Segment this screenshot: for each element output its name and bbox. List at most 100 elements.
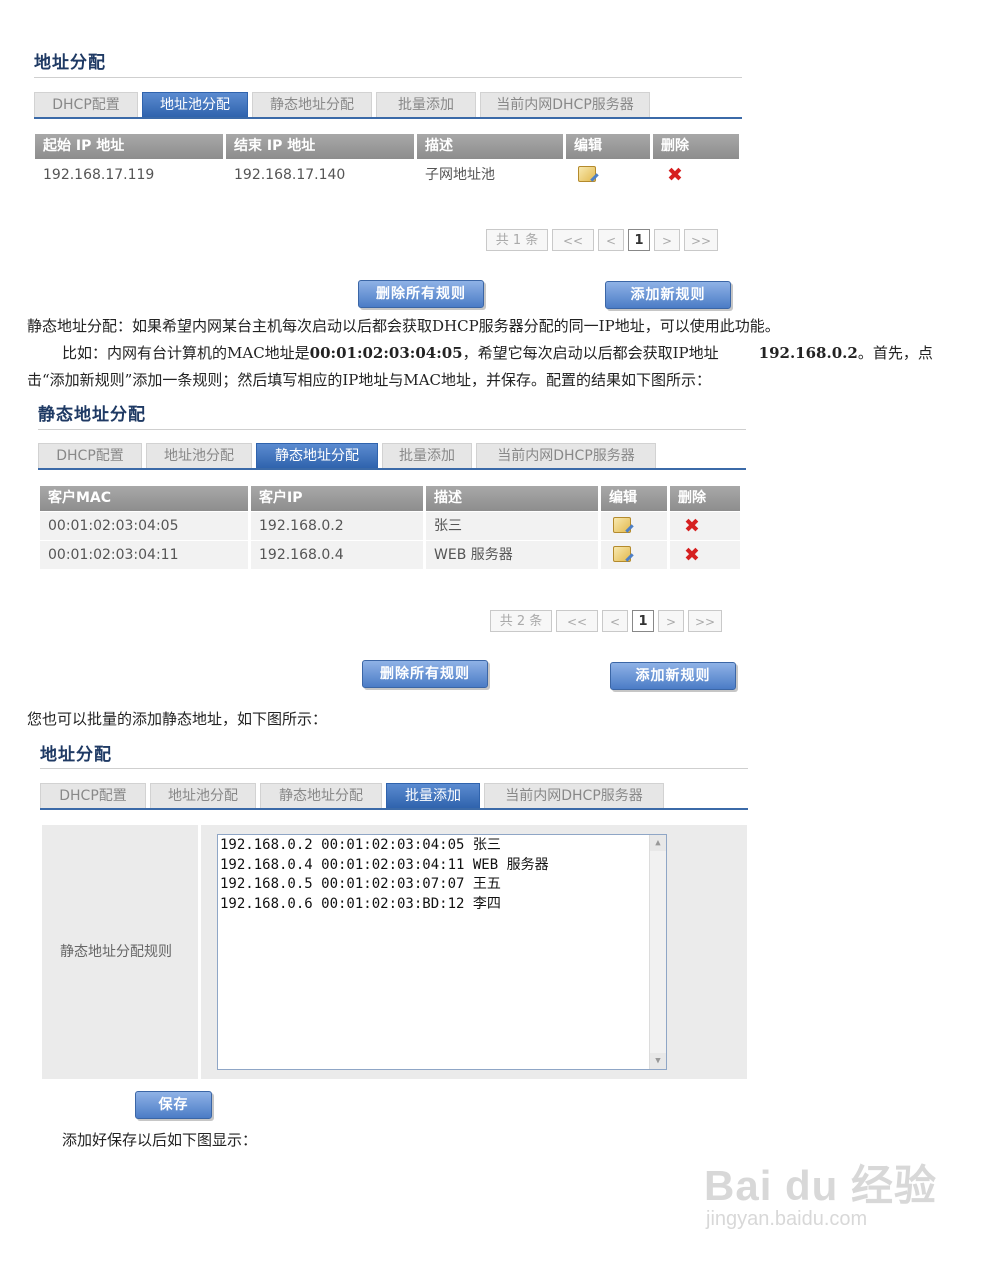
add-new-rule-button[interactable]: 添加新规则 [610,662,736,690]
cell-delete: ✖ [670,541,740,569]
table-row: 192.168.17.119 192.168.17.140 子网地址池 ✖ [35,161,739,189]
scroll-down-icon[interactable]: ▼ [650,1053,666,1069]
section2-pager: 共 2 条 << < 1 > >> [490,610,726,632]
example-text-a: 比如：内网有台计算机的MAC地址是 [62,344,310,362]
cell-mac: 00:01:02:03:04:05 [40,512,248,540]
cell-edit [601,541,667,569]
tab-address-pool[interactable]: 地址池分配 [146,443,252,468]
tab-current-dhcp-servers[interactable]: 当前内网DHCP服务器 [484,783,664,808]
section3-tabbar: DHCP配置 地址池分配 静态地址分配 批量添加 当前内网DHCP服务器 [40,781,748,810]
tab-batch-add[interactable]: 批量添加 [382,443,472,468]
static-rules-textarea[interactable]: 192.168.0.2 00:01:02:03:04:05 张三 192.168… [217,834,667,1070]
delete-icon[interactable]: ✖ [684,541,700,569]
section1-title: 地址分配 [34,53,106,73]
col-end-ip: 结束 IP 地址 [226,134,414,159]
edit-icon[interactable] [613,546,631,562]
cell-desc: WEB 服务器 [426,541,598,569]
pager-next-button[interactable]: > [654,229,680,251]
tab-batch-add[interactable]: 批量添加 [386,783,480,808]
rule-line: 192.168.0.6 00:01:02:03:BD:12 李四 [220,895,501,912]
col-edit: 编辑 [566,134,650,159]
static-address-table: 客户MAC 客户IP 描述 编辑 删除 00:01:02:03:04:05 19… [40,486,740,569]
batch-add-panel: 静态地址分配规则 192.168.0.2 00:01:02:03:04:05 张… [42,825,747,1079]
save-button[interactable]: 保存 [135,1091,212,1119]
paragraph-example-line2: 击“添加新规则”添加一条规则；然后填写相应的IP地址与MAC地址，并保存。配置的… [27,371,712,389]
pager-current-page[interactable]: 1 [628,229,650,251]
example-text-c: 。首先，点 [857,344,933,362]
cell-desc: 张三 [426,512,598,540]
cell-edit [601,512,667,540]
rule-line: 192.168.0.2 00:01:02:03:04:05 张三 [220,837,501,853]
pager-current-page[interactable]: 1 [632,610,654,632]
edit-icon[interactable] [613,517,631,533]
tab-static-address[interactable]: 静态地址分配 [252,92,372,117]
section2-tabbar: DHCP配置 地址池分配 静态地址分配 批量添加 当前内网DHCP服务器 [38,441,746,470]
tab-dhcp-config[interactable]: DHCP配置 [40,783,146,808]
col-desc: 描述 [417,134,563,159]
pager-count: 共 1 条 [486,229,548,251]
baidu-jingyan-watermark-url: jingyan.baidu.com [706,1208,868,1230]
cell-mac: 00:01:02:03:04:11 [40,541,248,569]
section3-divider [40,768,748,769]
section1-tabbar: DHCP配置 地址池分配 静态地址分配 批量添加 当前内网DHCP服务器 [34,90,742,119]
delete-all-rules-button[interactable]: 删除所有规则 [362,660,488,688]
cell-delete: ✖ [670,512,740,540]
section2-divider [38,429,746,430]
pager-next-button[interactable]: > [658,610,684,632]
tab-static-address[interactable]: 静态地址分配 [260,783,382,808]
paragraph-batch-intro: 您也可以批量的添加静态地址，如下图所示： [27,710,328,728]
pager-first-button[interactable]: << [556,610,598,632]
example-mac: 00:01:02:03:04:05 [309,344,463,362]
tab-batch-add[interactable]: 批量添加 [376,92,476,117]
delete-all-rules-button[interactable]: 删除所有规则 [358,280,484,308]
tab-static-address[interactable]: 静态地址分配 [256,443,378,468]
rule-line: 192.168.0.4 00:01:02:03:04:11 WEB 服务器 [220,856,549,873]
section2-title: 静态地址分配 [38,405,146,425]
tab-address-pool[interactable]: 地址池分配 [142,92,248,117]
paragraph-after-save: 添加好保存以后如下图显示： [62,1131,258,1149]
cell-ip: 192.168.0.2 [251,512,423,540]
section1-pager: 共 1 条 << < 1 > >> [486,229,722,251]
tab-address-pool[interactable]: 地址池分配 [150,783,256,808]
table-header-row: 客户MAC 客户IP 描述 编辑 删除 [40,486,740,511]
col-start-ip: 起始 IP 地址 [35,134,223,159]
table-row: 00:01:02:03:04:05 192.168.0.2 张三 ✖ [40,512,740,540]
section1-divider [34,77,742,78]
example-ip: 192.168.0.2 [758,344,858,362]
pager-count: 共 2 条 [490,610,552,632]
delete-icon[interactable]: ✖ [684,512,700,540]
col-delete: 删除 [653,134,739,159]
pager-prev-button[interactable]: < [598,229,624,251]
add-new-rule-button[interactable]: 添加新规则 [605,281,731,309]
pager-last-button[interactable]: >> [684,229,718,251]
static-rules-label: 静态地址分配规则 [60,944,172,960]
tab-dhcp-config[interactable]: DHCP配置 [34,92,138,117]
col-client-mac: 客户MAC [40,486,248,511]
tab-current-dhcp-servers[interactable]: 当前内网DHCP服务器 [480,92,650,117]
example-text-b: ，希望它每次启动以后都会获取IP地址 [462,344,719,362]
tab-current-dhcp-servers[interactable]: 当前内网DHCP服务器 [476,443,656,468]
cell-desc: 子网地址池 [425,167,495,183]
section3-title: 地址分配 [40,745,112,765]
pager-prev-button[interactable]: < [602,610,628,632]
cell-delete: ✖ [653,161,739,189]
col-delete: 删除 [670,486,740,511]
cell-edit [566,161,650,189]
paragraph-static-intro: 静态地址分配：如果希望内网某台主机每次启动以后都会获取DHCP服务器分配的同一I… [27,317,780,335]
delete-icon[interactable]: ✖ [667,161,683,189]
pager-first-button[interactable]: << [552,229,594,251]
col-desc: 描述 [426,486,598,511]
cell-ip: 192.168.0.4 [251,541,423,569]
paragraph-example-line1: 比如：内网有台计算机的MAC地址是00:01:02:03:04:05，希望它每次… [62,343,933,363]
table-header-row: 起始 IP 地址 结束 IP 地址 描述 编辑 删除 [35,134,739,159]
tab-dhcp-config[interactable]: DHCP配置 [38,443,142,468]
pager-last-button[interactable]: >> [688,610,722,632]
textarea-scrollbar[interactable]: ▲ ▼ [649,835,666,1069]
cell-end-ip: 192.168.17.140 [234,167,346,183]
rule-line: 192.168.0.5 00:01:02:03:07:07 王五 [220,876,501,892]
edit-icon[interactable] [578,166,596,182]
scroll-up-icon[interactable]: ▲ [650,835,666,851]
col-client-ip: 客户IP [251,486,423,511]
table-row: 00:01:02:03:04:11 192.168.0.4 WEB 服务器 ✖ [40,541,740,569]
baidu-jingyan-watermark-logo: Bai du 经验 [704,1162,938,1209]
